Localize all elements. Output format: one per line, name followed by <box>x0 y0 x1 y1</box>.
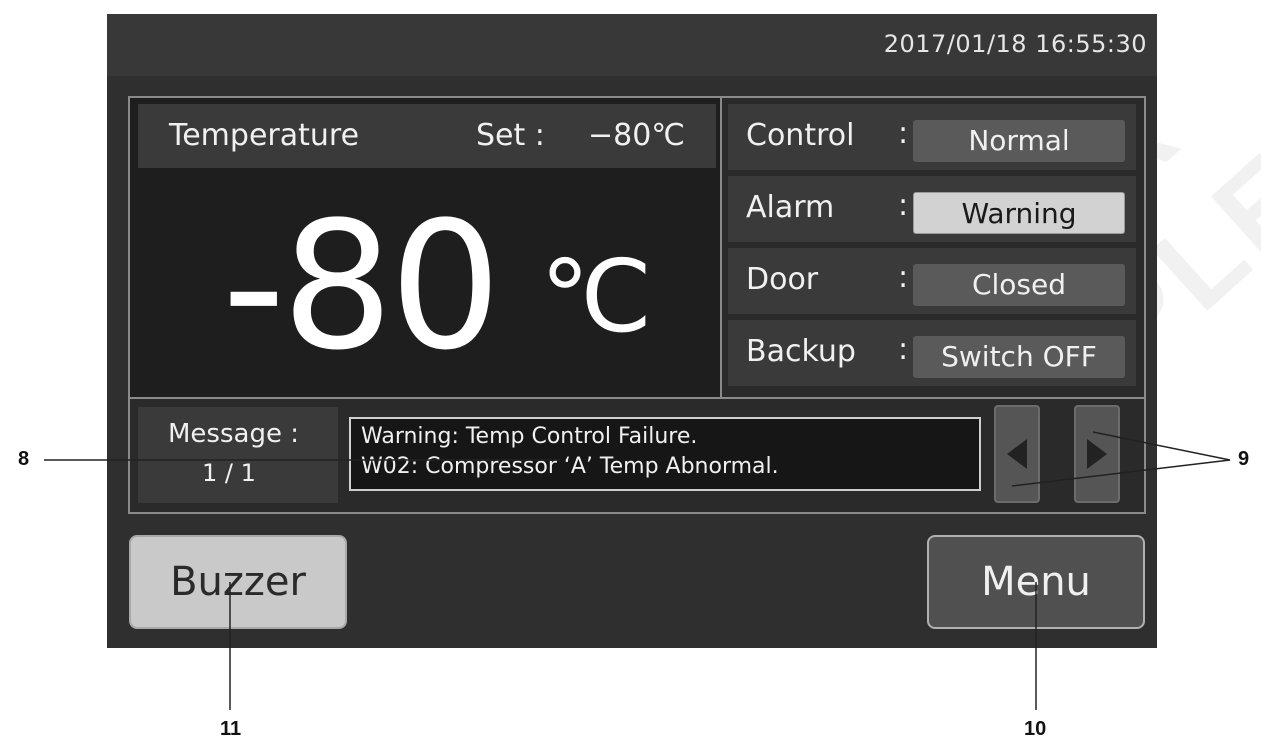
callout-9: 9 <box>1238 448 1250 470</box>
callout-leader-lines <box>44 431 1231 710</box>
callout-8: 8 <box>18 448 30 470</box>
callout-11: 11 <box>220 718 242 740</box>
callout-10: 10 <box>1024 718 1047 740</box>
